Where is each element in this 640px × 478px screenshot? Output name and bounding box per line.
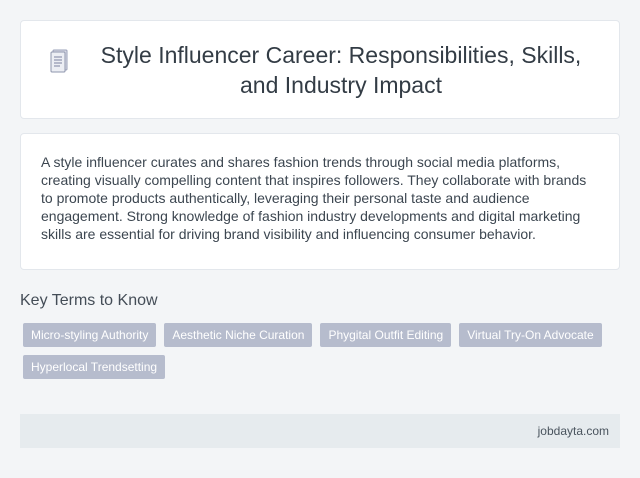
title-card: Style Influencer Career: Responsibilitie… [20,20,620,119]
term-tag[interactable]: Virtual Try-On Advocate [459,323,602,347]
document-icon [49,48,71,74]
term-tag[interactable]: Micro-styling Authority [23,323,157,347]
term-tag[interactable]: Phygital Outfit Editing [320,323,452,347]
footer: jobdayta.com [20,414,620,448]
key-terms-list: Micro-styling Authority Aesthetic Niche … [20,323,610,379]
key-terms-heading: Key Terms to Know [20,292,158,309]
term-tag[interactable]: Aesthetic Niche Curation [164,323,313,347]
summary-text: A style influencer curates and shares fa… [41,154,587,242]
page-title: Style Influencer Career: Responsibilitie… [100,41,582,98]
term-tag[interactable]: Hyperlocal Trendsetting [23,355,166,379]
title-row: Style Influencer Career: Responsibilitie… [45,40,595,100]
footer-site-link[interactable]: jobdayta.com [538,424,609,438]
summary-card: A style influencer curates and shares fa… [20,133,620,270]
page: Style Influencer Career: Responsibilitie… [0,0,640,478]
